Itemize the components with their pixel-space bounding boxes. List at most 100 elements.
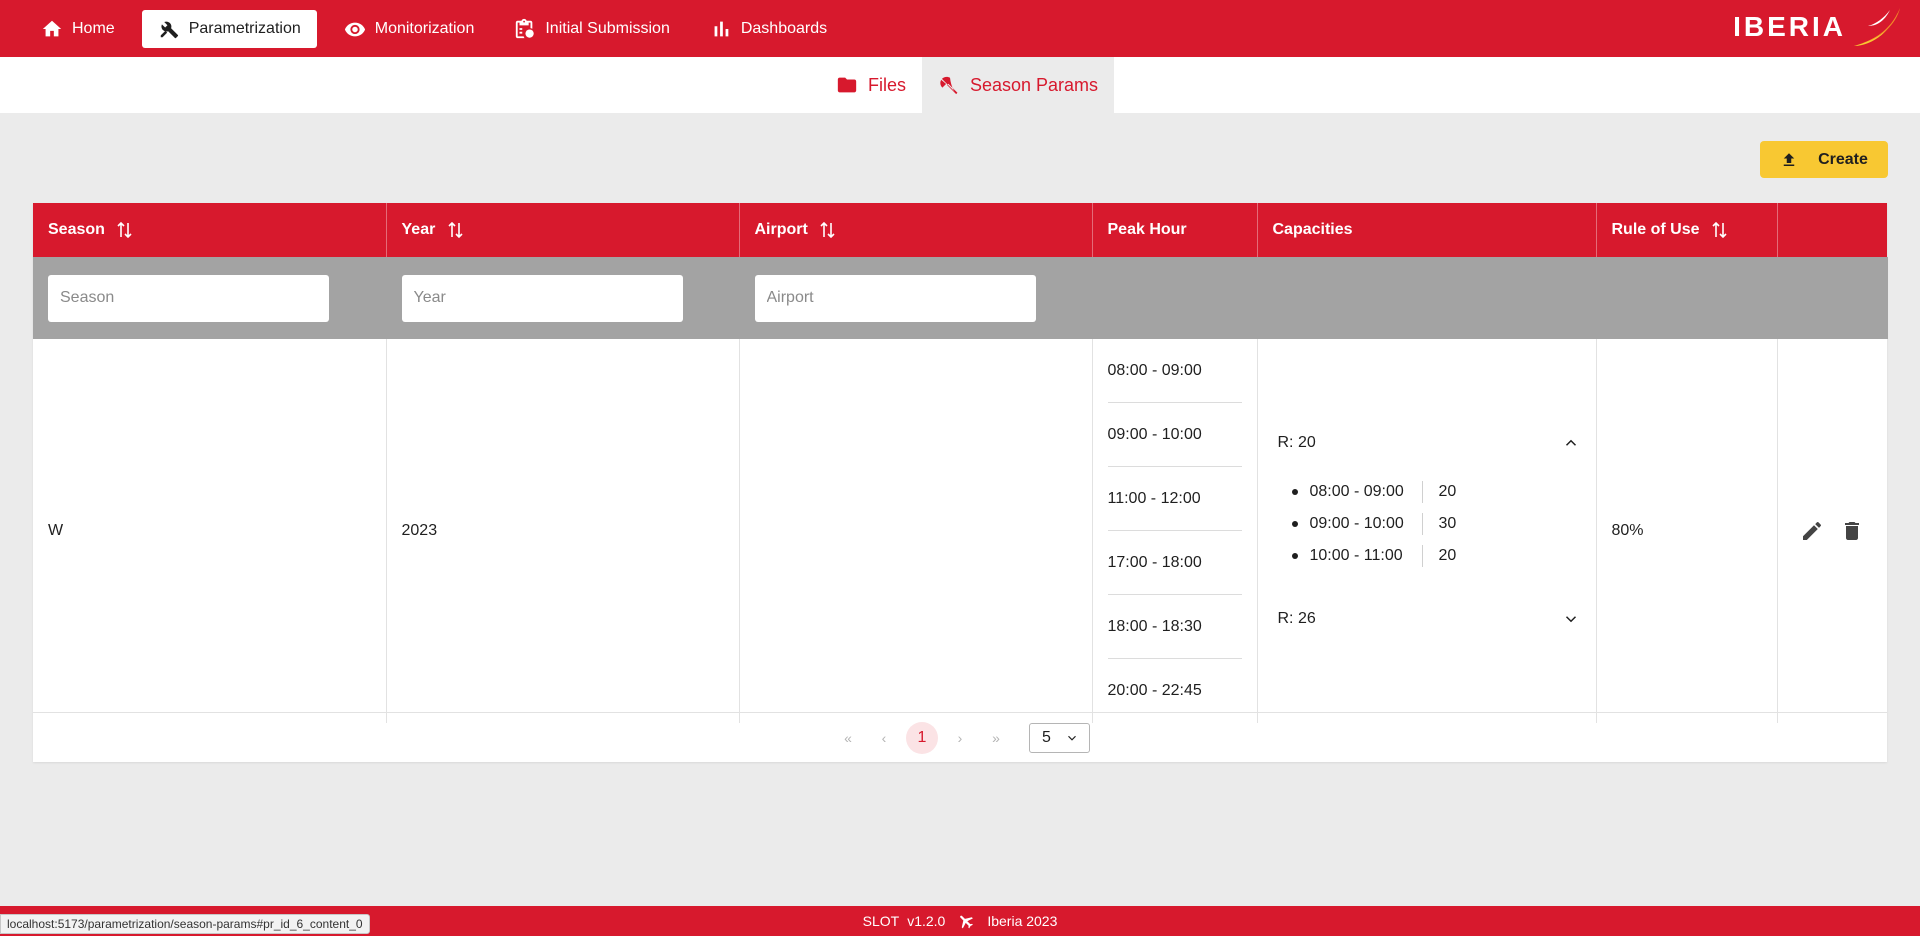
nav-monitorization[interactable]: Monitorization [331,10,488,48]
clipboard-icon [516,18,535,38]
peak-hour-list: 08:00 - 09:00 09:00 - 10:00 11:00 - 12:0… [1107,339,1242,723]
season-params-table-card: Season Year Airport Peak Hour Capacities [33,203,1888,762]
nav-parametrization-label: Parametrization [188,19,301,37]
nav-monitorization-label: Monitorization [374,19,475,37]
cell-capacities: R: 20 08:00 - 09:00 20 09:00 - 10:00 30 … [1257,339,1597,723]
top-navbar: Home Parametrization Monitorization Init… [0,0,1920,57]
home-icon [42,20,62,36]
peak-hour-item: 17:00 - 18:00 [1107,531,1242,595]
bullet [1291,521,1298,527]
capacity-item: 10:00 - 11:00 20 [1291,540,1580,572]
capacity-item: 09:00 - 10:00 30 [1291,508,1580,540]
rows-per-page-value: 5 [1042,728,1051,746]
edit-pencil-icon[interactable] [1800,519,1824,543]
subtab-group: Files Season Params [818,57,1115,113]
folder-icon [837,77,857,93]
footer-app-name: SLOT [862,913,900,929]
filter-cell-empty [1596,257,1778,339]
paginator: « ‹ 1 › » 5 [33,712,1887,762]
peak-hour-item: 18:00 - 18:30 [1107,595,1242,659]
sort-icon[interactable] [1712,221,1727,238]
airport-filter-input[interactable] [754,274,1036,322]
page-button-current[interactable]: 1 [906,721,938,754]
prev-page-button[interactable]: ‹ [867,721,901,755]
peak-hour-item: 08:00 - 09:00 [1107,339,1242,403]
nav-initial-submission-label: Initial Submission [545,19,670,37]
bullet [1291,489,1298,495]
capacity-accordion-header[interactable]: R: 26 [1278,604,1580,634]
column-header-year[interactable]: Year [386,203,740,257]
nav-home-label: Home [72,19,115,37]
capacity-time: 10:00 - 11:00 [1309,547,1403,564]
filter-cell-empty [1777,257,1888,339]
create-button[interactable]: Create [1760,141,1888,178]
nav-dashboards[interactable]: Dashboards [697,10,840,48]
nav-home[interactable]: Home [28,10,128,48]
tab-files-label: Files [867,74,906,95]
cell-peak-hours: 08:00 - 09:00 09:00 - 10:00 11:00 - 12:0… [1092,339,1258,723]
tab-files[interactable]: Files [818,57,922,113]
peak-hour-item: 11:00 - 12:00 [1107,467,1242,531]
chevron-up-icon [1565,439,1576,446]
chevron-down-icon [1565,616,1576,623]
delete-trash-icon[interactable] [1840,519,1864,543]
bullet [1291,553,1298,559]
column-header-actions [1777,203,1887,257]
filter-cell-empty [1257,257,1597,339]
cell-airport [739,339,1093,723]
upload-icon [1783,152,1795,166]
year-filter-input[interactable] [401,274,683,322]
beach-umbrella-icon [940,76,958,95]
rows-per-page-dropdown[interactable]: 5 [1029,722,1090,753]
sort-icon[interactable] [448,221,463,238]
column-header-peak-hour: Peak Hour [1092,203,1258,257]
browser-status-url: localhost:5173/parametrization/season-pa… [0,914,370,934]
nav-dashboards-label: Dashboards [740,19,828,37]
sort-icon[interactable] [820,221,835,238]
iberia-swoosh-icon [1854,8,1900,46]
next-page-button[interactable]: › [943,721,977,755]
column-header-peak-hour-label: Peak Hour [1107,221,1187,238]
nav-parametrization[interactable]: Parametrization [141,9,317,48]
column-header-year-label: Year [401,221,436,238]
logo-text: IBERIA [1733,11,1846,42]
create-button-label: Create [1818,150,1868,168]
footer-plane-icon-wrap [957,912,975,930]
column-header-airport[interactable]: Airport [739,203,1093,257]
season-params-table: Season Year Airport Peak Hour Capacities [33,203,1888,723]
peak-hour-item: 09:00 - 10:00 [1107,403,1242,467]
tab-season-params-label: Season Params [969,74,1099,95]
tab-season-params[interactable]: Season Params [921,57,1115,113]
table-filter-row [33,257,1888,339]
tools-icon [160,21,178,38]
cell-season: W [33,339,387,723]
column-header-season[interactable]: Season [33,203,387,257]
capacity-group: R: 20 08:00 - 09:00 20 09:00 - 10:00 30 … [1258,428,1596,634]
filter-cell-season [33,257,387,339]
eye-icon [344,22,365,36]
capacity-value: 20 [1438,483,1457,500]
last-page-button[interactable]: » [979,721,1013,755]
table-row: W 2023 08:00 - 09:00 09:00 - 10:00 11:00… [33,339,1887,723]
bar-chart-icon [714,21,729,36]
capacity-time: 08:00 - 09:00 [1309,483,1404,500]
filter-cell-empty [1092,257,1258,339]
season-filter-input[interactable] [48,274,329,322]
divider [1421,513,1423,535]
capacity-value: 30 [1438,515,1457,532]
column-header-season-label: Season [48,221,105,238]
column-header-airport-label: Airport [754,221,808,238]
filter-cell-year [386,257,740,339]
capacity-list: 08:00 - 09:00 20 09:00 - 10:00 30 10:00 … [1278,458,1580,590]
capacity-time: 09:00 - 10:00 [1309,515,1404,532]
capacity-accordion-header[interactable]: R: 20 [1278,428,1580,458]
sort-icon[interactable] [117,221,132,238]
capacity-value: 20 [1438,547,1457,564]
nav-initial-submission[interactable]: Initial Submission [501,10,683,48]
cell-actions [1777,339,1887,723]
capacity-label: R: 20 [1277,434,1316,451]
iberia-logo[interactable]: IBERIA [1733,6,1902,48]
column-header-rule-of-use[interactable]: Rule of Use [1596,203,1778,257]
column-header-capacities-label: Capacities [1272,221,1353,238]
first-page-button[interactable]: « [831,721,865,755]
